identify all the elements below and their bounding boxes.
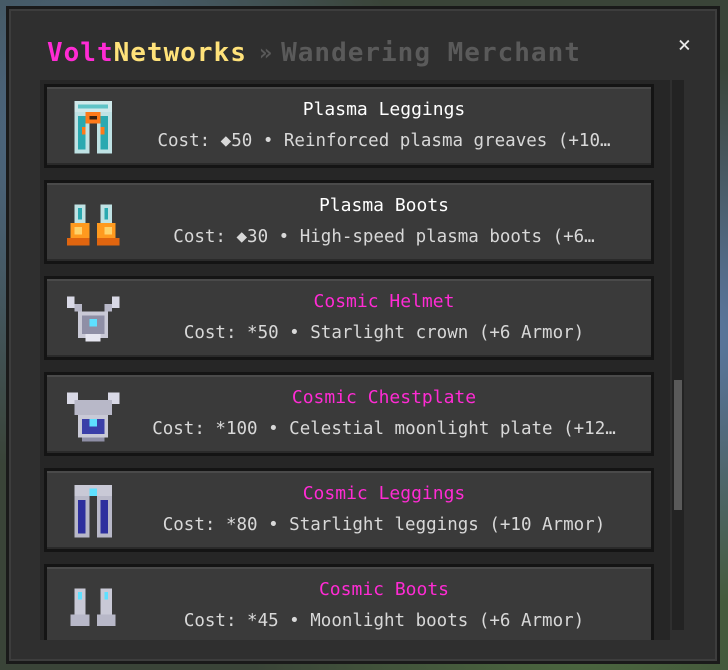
close-icon[interactable]: × xyxy=(678,35,691,57)
page-title: Wandering Merchant xyxy=(281,38,581,68)
item-name: Cosmic Boots xyxy=(318,579,450,600)
item-description: Cost: ◆30 • High-speed plasma boots (+6… xyxy=(173,227,595,247)
plasma-leggings-icon xyxy=(74,100,112,154)
item-description: Cost: *80 • Starlight leggings (+10 Armo… xyxy=(162,515,606,535)
item-name: Plasma Boots xyxy=(318,195,450,216)
cosmic-helmet-icon xyxy=(66,296,120,342)
brand-name-part2: Networks xyxy=(113,38,247,68)
item-description: Cost: *45 • Moonlight boots (+6 Armor) xyxy=(183,611,585,631)
item-description: Cost: ◆50 • Reinforced plasma greaves (+… xyxy=(157,131,611,151)
brand-name-part1: Volt xyxy=(47,38,114,68)
list-item-cosmic-boots[interactable]: Cosmic Boots Cost: *45 • Moonlight boots… xyxy=(44,564,654,640)
item-name: Plasma Leggings xyxy=(302,99,466,120)
list-item-plasma-boots[interactable]: Plasma Boots Cost: ◆30 • High-speed plas… xyxy=(44,180,654,264)
list-item-cosmic-chestplate[interactable]: Cosmic Chestplate Cost: *100 • Celestial… xyxy=(44,372,654,456)
list-item-plasma-leggings[interactable]: Plasma Leggings Cost: ◆50 • Reinforced p… xyxy=(44,84,654,168)
cosmic-chestplate-icon xyxy=(66,392,120,442)
window-title: Volt Networks » Wandering Merchant xyxy=(47,33,581,73)
item-list[interactable]: Plasma Leggings Cost: ◆50 • Reinforced p… xyxy=(40,80,670,640)
list-item-cosmic-leggings[interactable]: Cosmic Leggings Cost: *80 • Starlight le… xyxy=(44,468,654,552)
item-description: Cost: *50 • Starlight crown (+6 Armor) xyxy=(183,323,585,343)
item-description: Cost: *100 • Celestial moonlight plate (… xyxy=(152,419,616,439)
breadcrumb-separator: » xyxy=(258,40,274,66)
item-name: Cosmic Chestplate xyxy=(291,387,477,408)
item-name: Cosmic Leggings xyxy=(302,483,466,504)
item-name: Cosmic Helmet xyxy=(313,291,455,312)
scrollbar-thumb[interactable] xyxy=(674,380,682,510)
list-item-cosmic-helmet[interactable]: Cosmic Helmet Cost: *50 • Starlight crow… xyxy=(44,276,654,360)
cosmic-boots-icon xyxy=(70,588,116,626)
cosmic-leggings-icon xyxy=(74,484,112,538)
list-scrollbar[interactable] xyxy=(672,80,684,630)
plasma-boots-icon xyxy=(66,204,120,246)
